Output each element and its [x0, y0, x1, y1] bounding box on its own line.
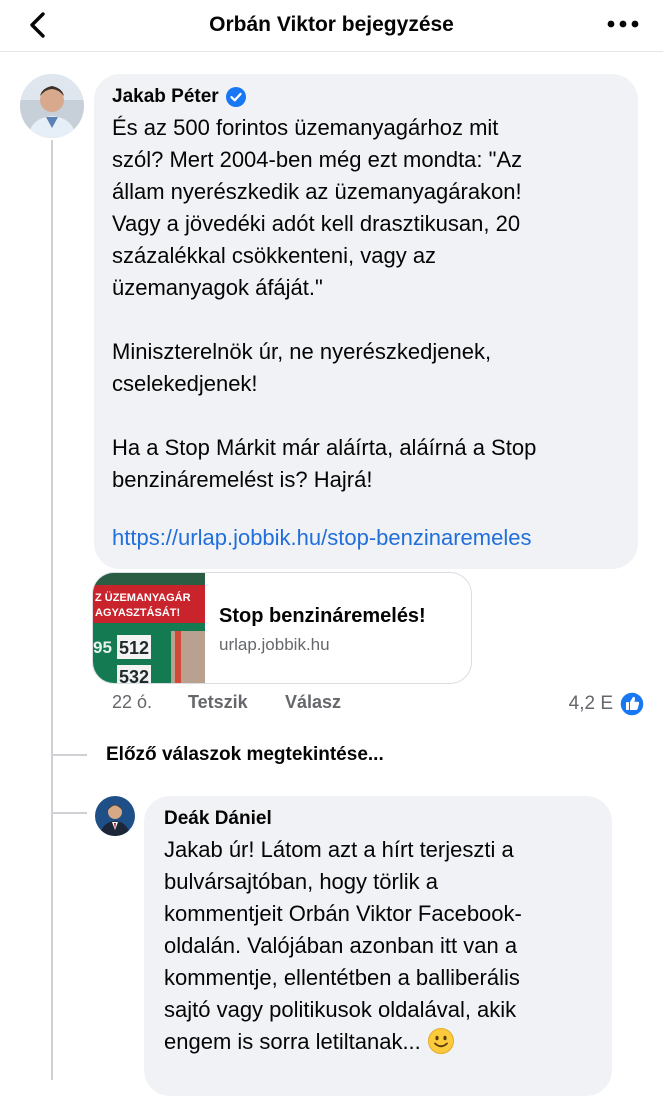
smile-emoji-icon: [427, 1027, 455, 1064]
reaction-count: 4,2 E: [568, 693, 613, 714]
comment-text: És az 500 forintos üzemanyagárhoz mit sz…: [112, 115, 537, 492]
preview-price1: 512: [119, 638, 149, 658]
reply-text-body: Jakab úr! Látom azt a hírt terjeszti a b…: [164, 837, 522, 1054]
more-dots-icon[interactable]: [605, 14, 641, 34]
comment-author-row: Jakab Péter: [112, 86, 620, 108]
avatar-photo: [20, 74, 84, 138]
thread-line-branch: [51, 812, 87, 814]
reply-author[interactable]: Deák Dániel: [164, 808, 594, 830]
top-bar: Orbán Viktor bejegyzése: [0, 0, 663, 52]
thread-line-branch: [51, 754, 87, 756]
reply-button[interactable]: Válasz: [285, 692, 341, 713]
link-preview-title: Stop benzináremelés!: [219, 605, 426, 627]
comment-time: 22 ó.: [112, 692, 153, 712]
comment-link[interactable]: https://urlap.jobbik.hu/stop-benzinareme…: [112, 522, 620, 554]
reply-avatar[interactable]: [95, 796, 135, 836]
smile-emoji-svg: [427, 1028, 454, 1054]
avatar[interactable]: [20, 74, 84, 138]
reply-avatar-photo: [95, 796, 135, 836]
page-title: Orbán Viktor bejegyzése: [209, 13, 454, 36]
view-previous-replies[interactable]: Előző válaszok megtekintése...: [106, 744, 384, 766]
preview-price-prefix: 95: [93, 638, 112, 657]
verified-badge-icon: [225, 87, 246, 107]
comment-author[interactable]: Jakab Péter: [112, 86, 219, 108]
comment-bubble: Jakab Péter És az 500 forintos üzemanyag…: [94, 74, 638, 569]
link-preview-domain: urlap.jobbik.hu: [219, 635, 330, 654]
preview-banner-line2: AGYASZTÁSÁT!: [95, 606, 180, 619]
link-preview-image: Z ÜZEMANYAGÁR AGYASZTÁSÁT! 95 512 532: [93, 573, 205, 684]
preview-banner-line1: Z ÜZEMANYAGÁR: [95, 591, 191, 604]
reply-text: Jakab úr! Látom azt a hírt terjeszti a b…: [164, 834, 594, 1064]
like-button[interactable]: Tetszik: [188, 692, 248, 713]
reply-bubble: Deák Dániel Jakab úr! Látom azt a hírt t…: [144, 796, 612, 1096]
preview-price2: 532: [119, 667, 149, 684]
reactions-summary[interactable]: 4,2 E: [569, 690, 645, 718]
thread-line: [51, 756, 53, 1080]
like-reaction-icon: [619, 691, 645, 717]
thread-line: [51, 140, 53, 755]
link-preview-card[interactable]: Z ÜZEMANYAGÁR AGYASZTÁSÁT! 95 512 532 St…: [92, 572, 472, 684]
